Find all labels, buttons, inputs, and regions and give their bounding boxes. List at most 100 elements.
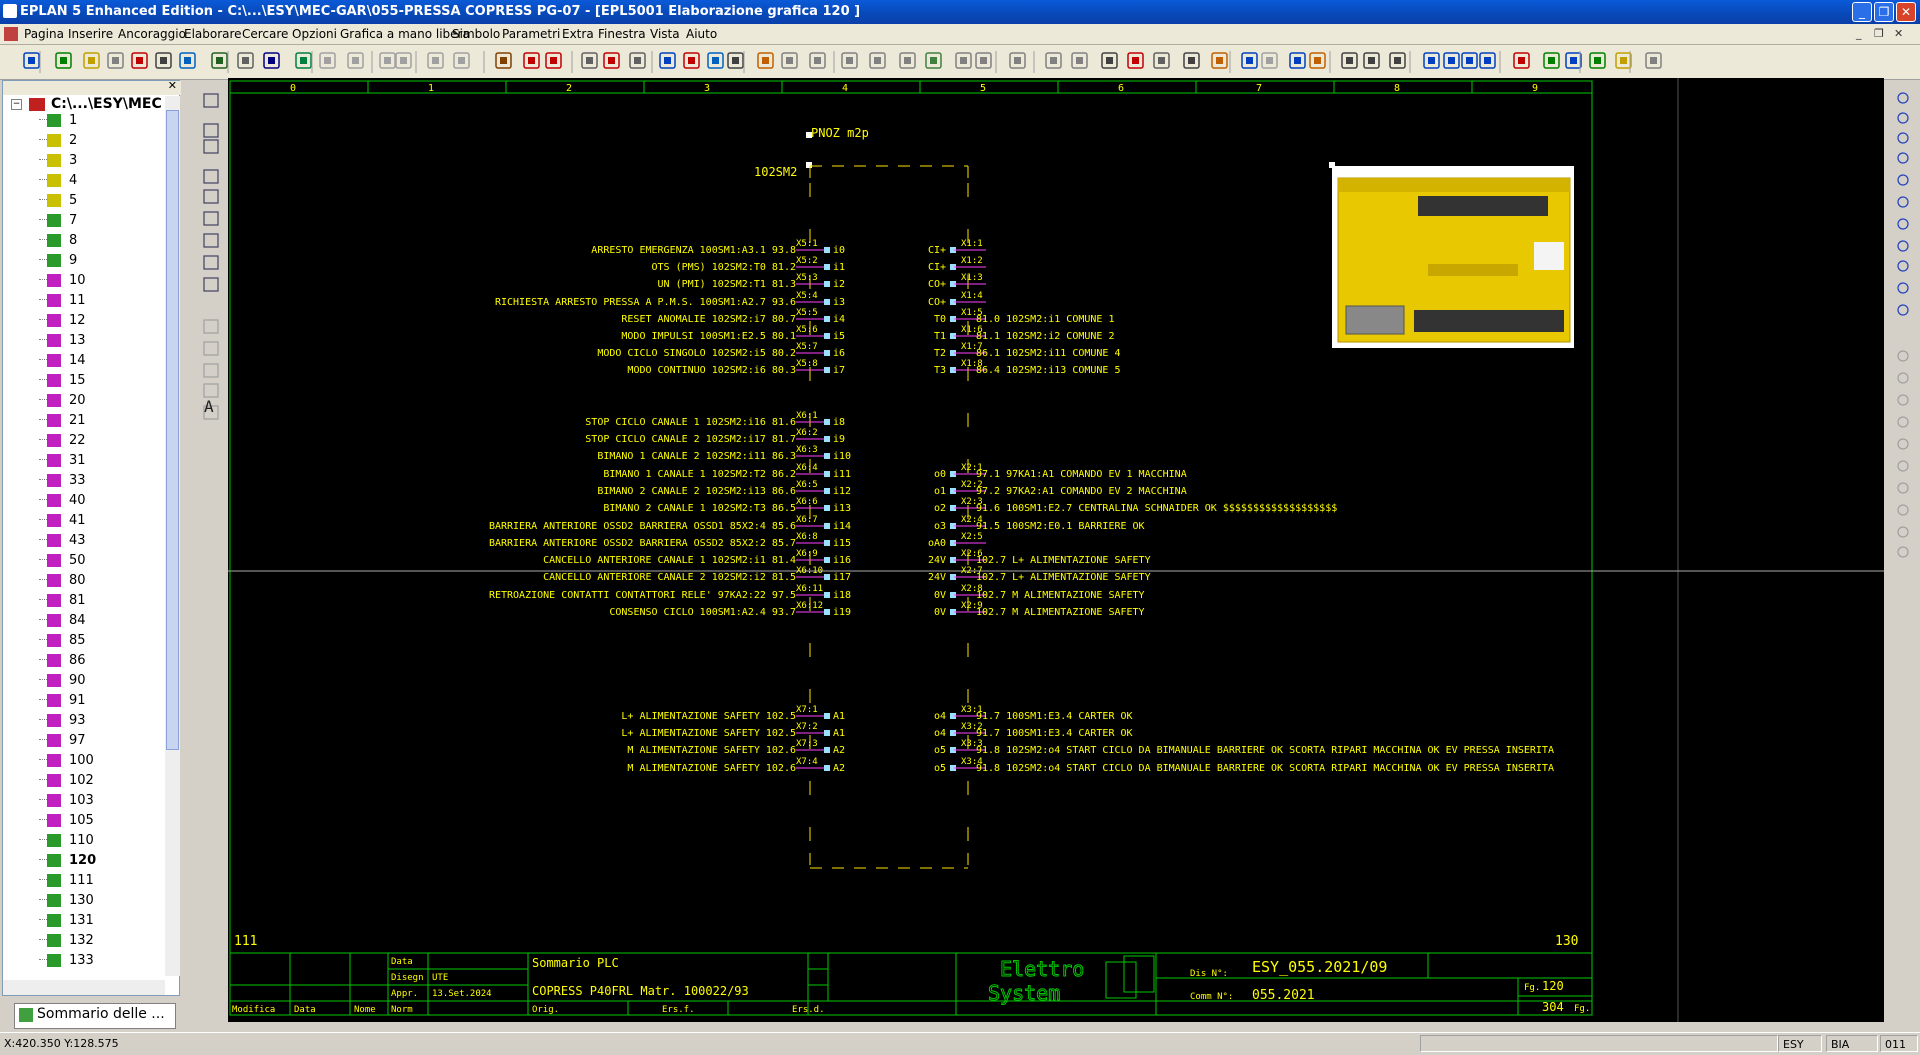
menu-extra[interactable]: Extra <box>562 27 594 41</box>
left-tool-icon[interactable] <box>203 383 219 398</box>
left-tool-icon[interactable] <box>203 211 219 226</box>
right-tool-icons[interactable] <box>1886 80 1920 1020</box>
left-terminal-pin[interactable] <box>824 592 830 598</box>
status-panel-empty <box>1420 1035 1778 1052</box>
left-terminal-pin[interactable] <box>824 281 830 287</box>
left-terminal-pin[interactable] <box>824 436 830 442</box>
left-tool-icon[interactable] <box>203 363 219 378</box>
left-tool-icon[interactable] <box>203 277 219 292</box>
right-tool-icon[interactable] <box>1897 282 1909 294</box>
schematic[interactable]: 0 1 2 3 4 5 6 7 8 9 PNOZ m2p 102SM2 ARRESTO EMERG… <box>228 78 1884 1022</box>
left-tool-icon[interactable] <box>203 233 219 248</box>
left-tool-icon[interactable] <box>203 189 219 204</box>
project-root-label[interactable]: C:\...\ESY\MEC <box>51 96 162 112</box>
tree-page-label: 3 <box>69 153 78 168</box>
right-tool-icon[interactable] <box>1897 260 1909 272</box>
left-terminal-pin[interactable] <box>824 557 830 563</box>
left-terminal-pin[interactable] <box>824 609 830 615</box>
mdi-restore-button[interactable]: ❐ <box>1874 27 1884 40</box>
left-terminal-pin[interactable] <box>824 540 830 546</box>
left-tool-icon[interactable] <box>203 169 219 184</box>
left-tool-icon[interactable] <box>203 319 219 334</box>
page-icon <box>47 174 61 187</box>
left-tool-icon[interactable] <box>203 255 219 270</box>
right-tool-icon[interactable] <box>1897 372 1909 384</box>
right-tool-icon[interactable] <box>1897 174 1909 186</box>
mdi-minimize-button[interactable]: _ <box>1856 27 1862 40</box>
menu-opzioni[interactable]: Opzioni <box>292 27 337 41</box>
right-tool-icon[interactable] <box>1897 152 1909 164</box>
left-terminal-pin[interactable] <box>824 333 830 339</box>
right-tool-icon[interactable] <box>1897 132 1909 144</box>
menu-vista[interactable]: Vista <box>650 27 680 41</box>
tree-connector <box>39 639 47 640</box>
right-tool-icon[interactable] <box>1897 218 1909 230</box>
menu-finestra[interactable]: Finestra <box>598 27 646 41</box>
tree-scroll-thumb[interactable] <box>166 110 179 750</box>
menu-pagina[interactable]: Pagina <box>24 27 64 41</box>
mdi-close-button[interactable]: ✕ <box>1894 27 1903 40</box>
left-terminal-pin[interactable] <box>824 505 830 511</box>
menu-aiuto[interactable]: Aiuto <box>686 27 717 41</box>
left-terminal-pin[interactable] <box>824 264 830 270</box>
tb-appr-value: 13.Set.2024 <box>432 989 492 999</box>
left-terminal-pin[interactable] <box>824 488 830 494</box>
tree-horizontal-scrollbar[interactable] <box>3 980 165 995</box>
right-tool-icon[interactable] <box>1897 526 1909 538</box>
toolbar-icons[interactable] <box>0 45 1920 79</box>
tab-sommario[interactable]: Sommario delle ... <box>14 1003 176 1029</box>
maximize-button[interactable]: ❐ <box>1874 2 1894 22</box>
right-tool-icon[interactable] <box>1897 350 1909 362</box>
left-terminal-pin[interactable] <box>824 747 830 753</box>
menu-elaborare[interactable]: Elaborare <box>184 27 242 41</box>
left-tool-icon[interactable] <box>203 341 219 356</box>
right-tool-icon[interactable] <box>1897 482 1909 494</box>
left-terminal-pin[interactable] <box>824 247 830 253</box>
right-tool-icon[interactable] <box>1897 394 1909 406</box>
left-terminal-pin[interactable] <box>824 367 830 373</box>
left-terminal-pin[interactable] <box>824 419 830 425</box>
right-tool-icon[interactable] <box>1897 196 1909 208</box>
left-tool-icon[interactable] <box>203 123 219 138</box>
tree-page-label: 102 <box>69 773 94 788</box>
left-terminal-pin[interactable] <box>824 453 830 459</box>
menu-cercare[interactable]: Cercare <box>242 27 288 41</box>
left-terminal-pin[interactable] <box>824 471 830 477</box>
device-outline-bottom <box>809 853 969 869</box>
menu-parametri[interactable]: Parametri <box>502 27 560 41</box>
text-tool-icon[interactable]: A <box>204 397 214 416</box>
right-tool-icon[interactable] <box>1897 416 1909 428</box>
right-tool-icon[interactable] <box>1897 304 1909 316</box>
tree-vertical-scrollbar[interactable] <box>165 96 180 976</box>
left-terminal-pin[interactable] <box>824 574 830 580</box>
right-tool-icon[interactable] <box>1897 460 1909 472</box>
right-tool-icon[interactable] <box>1897 92 1909 104</box>
right-tool-icon[interactable] <box>1897 438 1909 450</box>
tree-close-icon[interactable]: ✕ <box>168 79 177 92</box>
drawing-canvas[interactable]: 0 1 2 3 4 5 6 7 8 9 PNOZ m2p 102SM2 ARRESTO EMERG… <box>228 78 1884 1022</box>
left-tool-icons[interactable]: A <box>196 80 226 1020</box>
right-tool-icon[interactable] <box>1897 546 1909 558</box>
left-terminal-pin[interactable] <box>824 730 830 736</box>
left-terminal-pin[interactable] <box>824 523 830 529</box>
document-icon[interactable] <box>4 27 18 41</box>
menu-simbolo[interactable]: Simbolo <box>452 27 500 41</box>
tree-collapse-icon[interactable]: − <box>11 99 22 110</box>
toolbar-glyph <box>874 57 881 64</box>
left-tool-icon[interactable] <box>203 93 219 108</box>
menu-grafica[interactable]: Grafica a mano libera <box>340 27 470 41</box>
minimize-button[interactable]: _ <box>1852 2 1872 22</box>
menu-inserire[interactable]: Inserire <box>68 27 113 41</box>
menu-ancoraggio[interactable]: Ancoraggio <box>118 27 186 41</box>
left-terminal-pin[interactable] <box>824 316 830 322</box>
right-tool-icon[interactable] <box>1897 240 1909 252</box>
left-tool-icon[interactable] <box>203 139 219 154</box>
right-tool-icon[interactable] <box>1897 112 1909 124</box>
right-tool-icon[interactable] <box>1897 504 1909 516</box>
app-icon[interactable] <box>3 4 17 18</box>
left-terminal-pin[interactable] <box>824 299 830 305</box>
left-terminal-pin[interactable] <box>824 713 830 719</box>
left-terminal-pin[interactable] <box>824 765 830 771</box>
left-terminal-pin[interactable] <box>824 350 830 356</box>
close-button[interactable]: ✕ <box>1896 2 1916 22</box>
